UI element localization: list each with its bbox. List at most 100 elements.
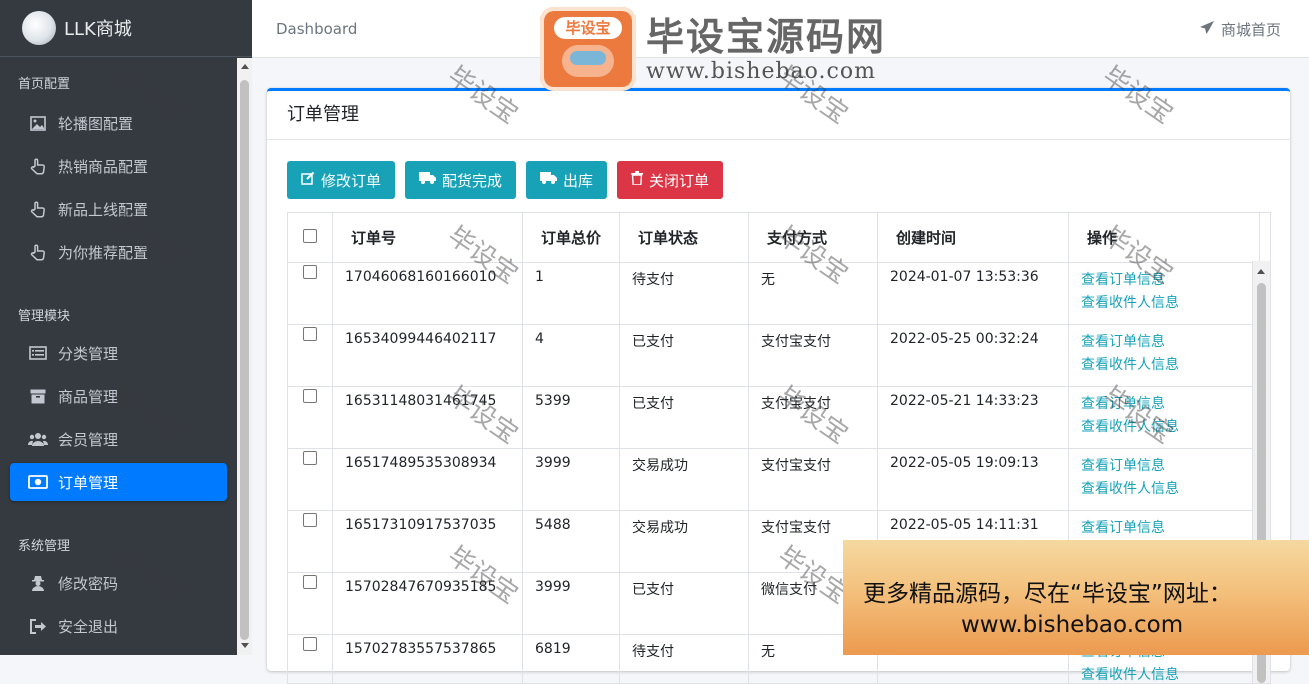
nav-header-management: 管理模块 <box>0 306 237 328</box>
row-select-cell <box>288 635 333 684</box>
sidebar-item-label: 修改密码 <box>58 573 118 594</box>
status-cell: 已支付 <box>620 325 749 387</box>
sidebar-item-label: 商品管理 <box>58 386 118 407</box>
row-select-cell <box>288 573 333 635</box>
scroll-up-icon[interactable] <box>1257 269 1265 274</box>
scroll-down-icon[interactable] <box>241 643 249 648</box>
row-checkbox[interactable] <box>303 327 317 341</box>
total-cell: 3999 <box>523 573 620 635</box>
created-cell: 2024-01-07 13:53:36 <box>878 263 1069 325</box>
view-receiver-link[interactable]: 查看收件人信息 <box>1081 354 1259 377</box>
sidebar-item-hot-goods[interactable]: 热销商品配置 <box>10 147 227 185</box>
mall-home-link[interactable]: 商城首页 <box>1200 19 1281 40</box>
row-checkbox[interactable] <box>303 265 317 279</box>
hand-pointer-icon <box>28 243 48 261</box>
row-checkbox[interactable] <box>303 451 317 465</box>
watermark-logo-text: 毕设宝源码网 www.bishebao.com <box>646 15 886 84</box>
view-order-link[interactable]: 查看订单信息 <box>1081 269 1259 292</box>
sidebar-item-members[interactable]: 会员管理 <box>10 420 227 458</box>
watermark-badge: 毕设宝 <box>540 7 636 91</box>
view-receiver-link[interactable]: 查看收件人信息 <box>1081 416 1259 439</box>
col-order-no[interactable]: 订单号 <box>333 213 523 263</box>
image-icon <box>28 114 48 132</box>
sidebar-item-new-goods[interactable]: 新品上线配置 <box>10 190 227 228</box>
sidebar-item-carousel[interactable]: 轮播图配置 <box>10 104 227 142</box>
view-receiver-link[interactable]: 查看收件人信息 <box>1081 292 1259 315</box>
brand-avatar <box>22 11 56 45</box>
col-created[interactable]: 创建时间 <box>878 213 1069 263</box>
select-all-cell <box>288 213 333 263</box>
view-order-link[interactable]: 查看订单信息 <box>1081 517 1259 540</box>
close-order-button[interactable]: 关闭订单 <box>617 161 723 199</box>
row-select-cell <box>288 263 333 325</box>
pay-method-cell: 支付宝支付 <box>749 387 878 449</box>
sidebar: LLK商城 首页配置 轮播图配置 热销商品配置 新品上线配置 为你推荐配置 管理… <box>0 0 252 655</box>
row-select-cell <box>288 325 333 387</box>
brand-name: LLK商城 <box>64 15 132 41</box>
watermark-badge-text: 毕设宝 <box>554 17 622 39</box>
trash-icon <box>631 171 643 189</box>
actions-cell: 查看订单信息查看收件人信息 <box>1069 263 1260 325</box>
view-order-link[interactable]: 查看订单信息 <box>1081 331 1259 354</box>
row-checkbox[interactable] <box>303 575 317 589</box>
sidebar-item-category[interactable]: 分类管理 <box>10 334 227 372</box>
total-cell: 1 <box>523 263 620 325</box>
sidebar-item-recommend[interactable]: 为你推荐配置 <box>10 233 227 271</box>
total-cell: 4 <box>523 325 620 387</box>
truck-icon <box>540 172 557 188</box>
actions-cell: 查看订单信息查看收件人信息 <box>1069 449 1260 511</box>
sidebar-scroll-thumb[interactable] <box>240 80 249 640</box>
paper-plane-icon <box>1200 21 1215 39</box>
edit-order-label: 修改订单 <box>321 170 381 191</box>
status-cell: 交易成功 <box>620 511 749 573</box>
row-checkbox[interactable] <box>303 637 317 651</box>
list-icon <box>28 344 48 362</box>
sidebar-item-label: 轮播图配置 <box>58 113 133 134</box>
sidebar-item-logout[interactable]: 安全退出 <box>10 607 227 645</box>
col-status[interactable]: 订单状态 <box>620 213 749 263</box>
money-icon <box>28 473 48 491</box>
status-cell: 交易成功 <box>620 449 749 511</box>
col-total[interactable]: 订单总价 <box>523 213 620 263</box>
truck-icon <box>419 172 436 188</box>
status-cell: 已支付 <box>620 573 749 635</box>
view-receiver-link[interactable]: 查看收件人信息 <box>1081 664 1259 684</box>
scroll-up-icon[interactable] <box>241 64 249 69</box>
created-cell: 2022-05-25 00:32:24 <box>878 325 1069 387</box>
status-cell: 已支付 <box>620 387 749 449</box>
view-order-link[interactable]: 查看订单信息 <box>1081 455 1259 478</box>
brand-link[interactable]: LLK商城 <box>0 0 252 57</box>
view-order-link[interactable]: 查看订单信息 <box>1081 393 1259 416</box>
view-receiver-link[interactable]: 查看收件人信息 <box>1081 478 1259 501</box>
col-pay-method[interactable]: 支付方式 <box>749 213 878 263</box>
watermark-url: www.bishebao.com <box>646 59 886 84</box>
sidebar-item-orders[interactable]: 订单管理 <box>10 463 227 501</box>
promo-line-1: 更多精品源码，尽在“毕设宝”网址： <box>863 574 1232 608</box>
hand-pointer-icon <box>28 200 48 218</box>
edit-order-button[interactable]: 修改订单 <box>287 161 395 199</box>
promo-line-2: www.bishebao.com <box>961 612 1183 638</box>
sidebar-item-label: 安全退出 <box>58 616 118 637</box>
packed-button[interactable]: 配货完成 <box>405 161 516 199</box>
row-checkbox[interactable] <box>303 389 317 403</box>
breadcrumb[interactable]: Dashboard <box>276 20 357 38</box>
table-row[interactable]: 165340994464021174已支付支付宝支付2022-05-25 00:… <box>288 325 1260 387</box>
total-cell: 6819 <box>523 635 620 684</box>
table-row[interactable]: 165174895353089343999交易成功支付宝支付2022-05-05… <box>288 449 1260 511</box>
row-select-cell <box>288 449 333 511</box>
ship-button[interactable]: 出库 <box>526 161 607 199</box>
sidebar-scrollbar[interactable] <box>237 58 252 655</box>
sidebar-item-change-password[interactable]: 修改密码 <box>10 564 227 602</box>
select-all-checkbox[interactable] <box>303 229 317 243</box>
order-toolbar: 修改订单 配货完成 出库 关闭订单 <box>287 161 723 199</box>
ship-label: 出库 <box>563 170 593 191</box>
nav-header-home-config: 首页配置 <box>0 74 237 96</box>
actions-cell: 查看订单信息查看收件人信息 <box>1069 325 1260 387</box>
pay-method-cell: 支付宝支付 <box>749 325 878 387</box>
sidebar-item-goods[interactable]: 商品管理 <box>10 377 227 415</box>
row-checkbox[interactable] <box>303 513 317 527</box>
table-row[interactable]: 170460681601660101待支付无2024-01-07 13:53:3… <box>288 263 1260 325</box>
status-cell: 待支付 <box>620 263 749 325</box>
table-row[interactable]: 165311480314617455399已支付支付宝支付2022-05-21 … <box>288 387 1260 449</box>
watermark-logo: 毕设宝 毕设宝源码网 www.bishebao.com <box>540 8 924 90</box>
